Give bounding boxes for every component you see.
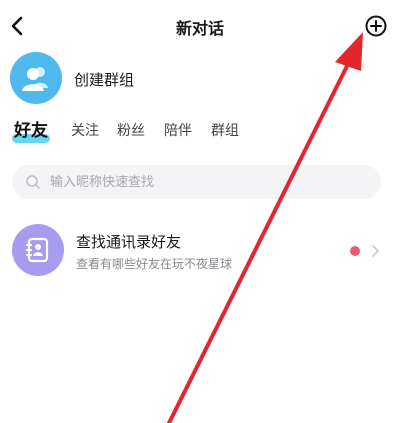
- tab-fans[interactable]: 粉丝: [117, 120, 145, 140]
- create-group-item[interactable]: 创建群组: [10, 52, 390, 104]
- notification-dot: [350, 246, 360, 256]
- find-contacts-item[interactable]: 查找通讯录好友 查看有哪些好友在玩不夜星球: [12, 222, 388, 278]
- page-title: 新对话: [175, 19, 224, 38]
- address-book-icon: [26, 237, 49, 263]
- chevron-right-icon: [372, 245, 379, 257]
- contacts-avatar: [12, 224, 64, 276]
- plus-circle-icon: [365, 15, 387, 37]
- tab-groups[interactable]: 群组: [211, 120, 239, 140]
- contacts-title: 查找通讯录好友: [76, 233, 182, 251]
- search-input[interactable]: [50, 165, 370, 199]
- contacts-subtitle: 查看有哪些好友在玩不夜星球: [76, 257, 233, 271]
- create-group-label: 创建群组: [74, 71, 135, 89]
- group-people-icon: [22, 67, 48, 91]
- new-button[interactable]: [364, 14, 388, 38]
- tab-following[interactable]: 关注: [71, 120, 99, 140]
- group-avatar: [10, 52, 62, 104]
- tab-friends[interactable]: 好友: [12, 116, 50, 143]
- tab-companion[interactable]: 陪伴: [164, 120, 192, 140]
- search-icon: [26, 175, 40, 189]
- search-bar[interactable]: [12, 165, 381, 199]
- friend-tabs: 好友 关注 粉丝 陪伴 群组: [12, 116, 394, 146]
- top-bar: 新对话: [0, 0, 400, 52]
